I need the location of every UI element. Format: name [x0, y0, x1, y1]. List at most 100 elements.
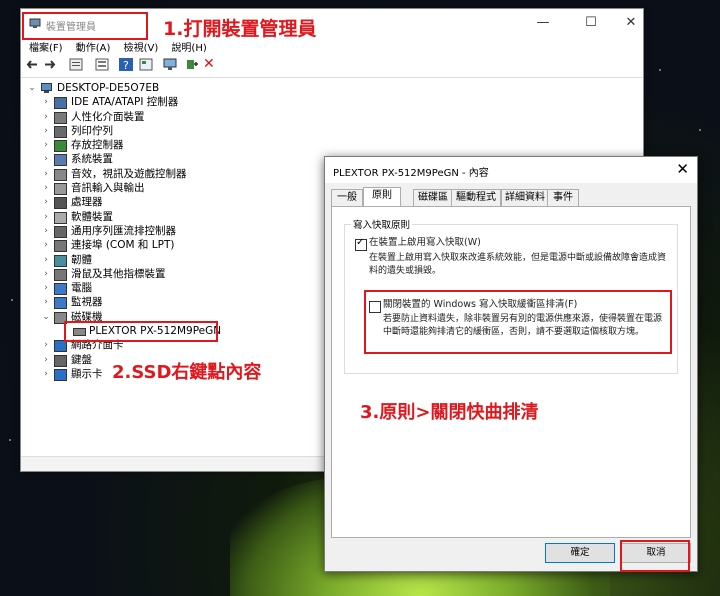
tree-category[interactable]: › IDE ATA/ATAPI 控制器 [27, 95, 639, 110]
policies-panel: 寫入快取原則 在裝置上啟用寫入快取(W) 在裝置上啟用寫入快取來改進系統效能，但… [331, 206, 691, 538]
group-title: 寫入快取原則 [351, 217, 413, 231]
device-category-icon [54, 197, 67, 210]
computer-icon [41, 83, 52, 93]
category-label: 監視器 [71, 296, 103, 309]
toolbar: ? ✕ [21, 55, 643, 78]
dialog-titlebar: PLEXTOR PX-512M9PeGN - 內容 ✕ [325, 157, 697, 183]
step2-annotation: 2.SSD右鍵點內容 [112, 362, 262, 383]
chevron-right-icon[interactable]: › [41, 138, 51, 152]
uninstall-icon[interactable]: ✕ [203, 56, 217, 72]
back-icon[interactable] [25, 58, 39, 71]
device-category-icon [54, 183, 67, 196]
step3-annotation: 3.原則>關閉快曲排清 [360, 402, 539, 423]
enable-write-cache-desc: 在裝置上啟用寫入快取來改進系統效能，但是電源中斷或設備故障會造成資料的遺失或損毀… [369, 253, 667, 276]
chevron-right-icon[interactable]: › [41, 353, 51, 367]
category-label: 人性化介面裝置 [71, 110, 145, 123]
chevron-right-icon[interactable]: › [41, 167, 51, 181]
maximize-button[interactable]: ☐ [581, 15, 601, 31]
chevron-right-icon[interactable]: › [41, 281, 51, 295]
chevron-down-icon[interactable]: ⌄ [41, 310, 51, 324]
device-category-icon [54, 240, 67, 253]
menu-bar: 檔案(F) 動作(A) 檢視(V) 說明(H) [21, 39, 643, 55]
update-driver-icon[interactable] [185, 58, 199, 71]
device-category-icon [54, 125, 67, 138]
category-label: 音效，視訊及遊戲控制器 [71, 167, 187, 180]
close-button[interactable]: ✕ [621, 15, 641, 31]
tab-driver[interactable]: 驅動程式 [451, 189, 501, 207]
properties-dialog: PLEXTOR PX-512M9PeGN - 內容 ✕ 一般 原則 磁碟區 驅動… [324, 156, 698, 572]
menu-help[interactable]: 說明(H) [171, 43, 206, 54]
category-label: 系統裝置 [71, 153, 113, 166]
tab-events[interactable]: 事件 [547, 189, 579, 207]
tree-category[interactable]: › 列印佇列 [27, 124, 639, 138]
list-icon[interactable] [95, 58, 109, 71]
device-category-icon [54, 225, 67, 238]
ok-button[interactable]: 確定 [545, 543, 615, 563]
chevron-right-icon[interactable]: › [41, 367, 51, 381]
tree-root[interactable]: ⌄ DESKTOP-DE5O7EB [27, 81, 639, 95]
highlight-ssd-node [64, 321, 218, 342]
chevron-right-icon[interactable]: › [41, 110, 51, 124]
device-category-icon [54, 354, 67, 367]
device-category-icon [54, 168, 67, 181]
tab-volumes[interactable]: 磁碟區 [413, 189, 453, 207]
device-category-icon [54, 140, 67, 153]
menu-action[interactable]: 動作(A) [76, 43, 111, 54]
device-category-icon [54, 283, 67, 296]
chevron-right-icon[interactable]: › [41, 181, 51, 195]
svg-text:?: ? [123, 59, 129, 71]
device-category-icon [54, 268, 67, 281]
chevron-right-icon[interactable]: › [41, 267, 51, 281]
chevron-right-icon[interactable]: › [41, 338, 51, 352]
device-category-icon [54, 154, 67, 167]
chevron-right-icon[interactable]: › [41, 224, 51, 238]
tree-category[interactable]: › 存放控制器 [27, 138, 639, 153]
category-label: 列印佇列 [71, 124, 113, 137]
device-category-icon [54, 368, 67, 381]
device-category-icon [54, 211, 67, 224]
dialog-title: PLEXTOR PX-512M9PeGN - 內容 [333, 168, 489, 179]
highlight-cancel-button [620, 540, 690, 572]
monitor-icon[interactable] [163, 58, 177, 71]
minimize-button[interactable]: — [533, 15, 553, 31]
category-label: 軟體裝置 [71, 210, 113, 223]
category-label: 鍵盤 [71, 353, 92, 366]
properties-icon[interactable] [69, 58, 83, 71]
tab-policies[interactable]: 原則 [363, 187, 401, 208]
chevron-right-icon[interactable]: › [41, 295, 51, 309]
chevron-down-icon[interactable]: ⌄ [27, 81, 37, 95]
menu-view[interactable]: 檢視(V) [124, 43, 159, 54]
device-category-icon [54, 111, 67, 124]
dialog-close-button[interactable]: ✕ [676, 160, 689, 178]
step1-annotation: 1.打開裝置管理員 [163, 18, 317, 40]
view-icon[interactable] [139, 58, 153, 71]
chevron-right-icon[interactable]: › [41, 210, 51, 224]
tab-general[interactable]: 一般 [331, 189, 363, 207]
category-label: 電腦 [71, 282, 92, 295]
menu-file[interactable]: 檔案(F) [29, 43, 63, 54]
tree-category[interactable]: › 人性化介面裝置 [27, 110, 639, 124]
device-category-icon [54, 254, 67, 267]
chevron-right-icon[interactable]: › [41, 253, 51, 267]
help-icon[interactable]: ? [119, 58, 133, 71]
chevron-right-icon[interactable]: › [41, 238, 51, 252]
enable-write-cache-checkbox[interactable] [355, 237, 367, 251]
category-label: 顯示卡 [71, 367, 103, 380]
enable-write-cache-label[interactable]: 在裝置上啟用寫入快取(W) [369, 236, 481, 249]
chevron-right-icon[interactable]: › [41, 124, 51, 138]
tab-details[interactable]: 詳細資料 [501, 189, 549, 207]
highlight-device-manager-title [22, 12, 148, 40]
chevron-right-icon[interactable]: › [41, 152, 51, 166]
device-category-icon [54, 97, 67, 110]
category-label: 音訊輸入與輸出 [71, 182, 145, 195]
category-label: IDE ATA/ATAPI 控制器 [71, 96, 179, 109]
category-label: 處理器 [71, 196, 103, 209]
computer-name: DESKTOP-DE5O7EB [57, 82, 160, 94]
chevron-right-icon[interactable]: › [41, 95, 51, 109]
category-label: 存放控制器 [71, 139, 124, 152]
category-label: 通用序列匯流排控制器 [71, 224, 176, 237]
chevron-right-icon[interactable]: › [41, 195, 51, 209]
forward-icon[interactable] [43, 58, 57, 71]
device-category-icon [54, 340, 67, 353]
device-category-icon [54, 297, 67, 310]
